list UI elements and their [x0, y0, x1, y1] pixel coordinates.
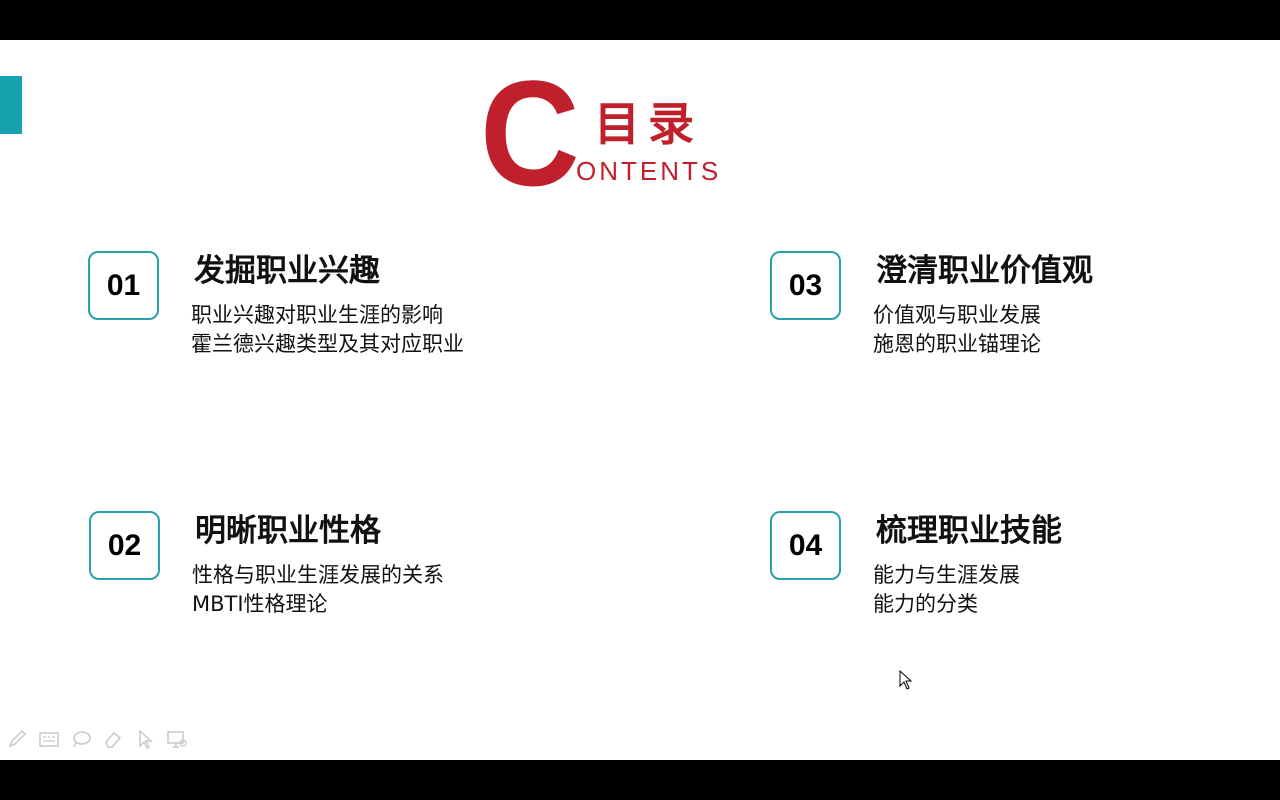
section-item: 价值观与职业发展 — [873, 303, 1041, 327]
section-02: 02 明晰职业性格 性格与职业生涯发展的关系 MBTI性格理论 — [89, 511, 509, 631]
contents-title: C 目录 ONTENTS — [480, 58, 740, 208]
top-letterbox-bar — [0, 0, 1280, 40]
section-number-box: 04 — [770, 511, 841, 580]
eraser-icon[interactable] — [102, 728, 124, 750]
presentation-slide: C 目录 ONTENTS 01 发掘职业兴趣 职业兴趣对职业生涯的影响 霍兰德兴… — [0, 40, 1280, 760]
section-item: 能力的分类 — [873, 592, 978, 616]
section-title: 发掘职业兴趣 — [194, 253, 380, 289]
section-item: 性格与职业生涯发展的关系 — [192, 563, 444, 587]
section-item: 能力与生涯发展 — [873, 563, 1020, 587]
section-04: 04 梳理职业技能 能力与生涯发展 能力的分类 — [770, 511, 1190, 631]
bottom-letterbox-bar — [0, 760, 1280, 800]
section-title: 明晰职业性格 — [195, 513, 381, 549]
title-big-letter: C — [480, 49, 580, 217]
section-item: 职业兴趣对职业生涯的影响 — [191, 303, 443, 327]
section-number: 04 — [788, 528, 823, 562]
section-number: 03 — [788, 268, 823, 302]
section-01: 01 发掘职业兴趣 职业兴趣对职业生涯的影响 霍兰德兴趣类型及其对应职业 — [88, 251, 508, 371]
section-title: 梳理职业技能 — [876, 513, 1062, 549]
screen-icon[interactable] — [166, 728, 188, 750]
section-number-box: 02 — [89, 511, 160, 580]
section-number: 01 — [106, 268, 141, 302]
section-number-box: 03 — [770, 251, 841, 320]
accent-tab — [0, 76, 22, 134]
title-chinese: 目录 — [594, 97, 702, 151]
section-item: 施恩的职业锚理论 — [873, 332, 1041, 356]
mouse-cursor-icon — [899, 669, 915, 692]
title-english: ONTENTS — [576, 156, 722, 186]
section-number: 02 — [107, 528, 142, 562]
section-title: 澄清职业价值观 — [876, 253, 1093, 289]
section-item: 霍兰德兴趣类型及其对应职业 — [191, 332, 464, 356]
lasso-icon[interactable] — [70, 728, 92, 750]
section-03: 03 澄清职业价值观 价值观与职业发展 施恩的职业锚理论 — [770, 251, 1190, 371]
section-item: MBTI性格理论 — [192, 592, 328, 616]
pointer-icon[interactable] — [134, 728, 156, 750]
keyboard-icon[interactable] — [38, 728, 60, 750]
section-number-box: 01 — [88, 251, 159, 320]
pen-icon[interactable] — [6, 728, 28, 750]
presenter-toolbar — [6, 726, 188, 752]
